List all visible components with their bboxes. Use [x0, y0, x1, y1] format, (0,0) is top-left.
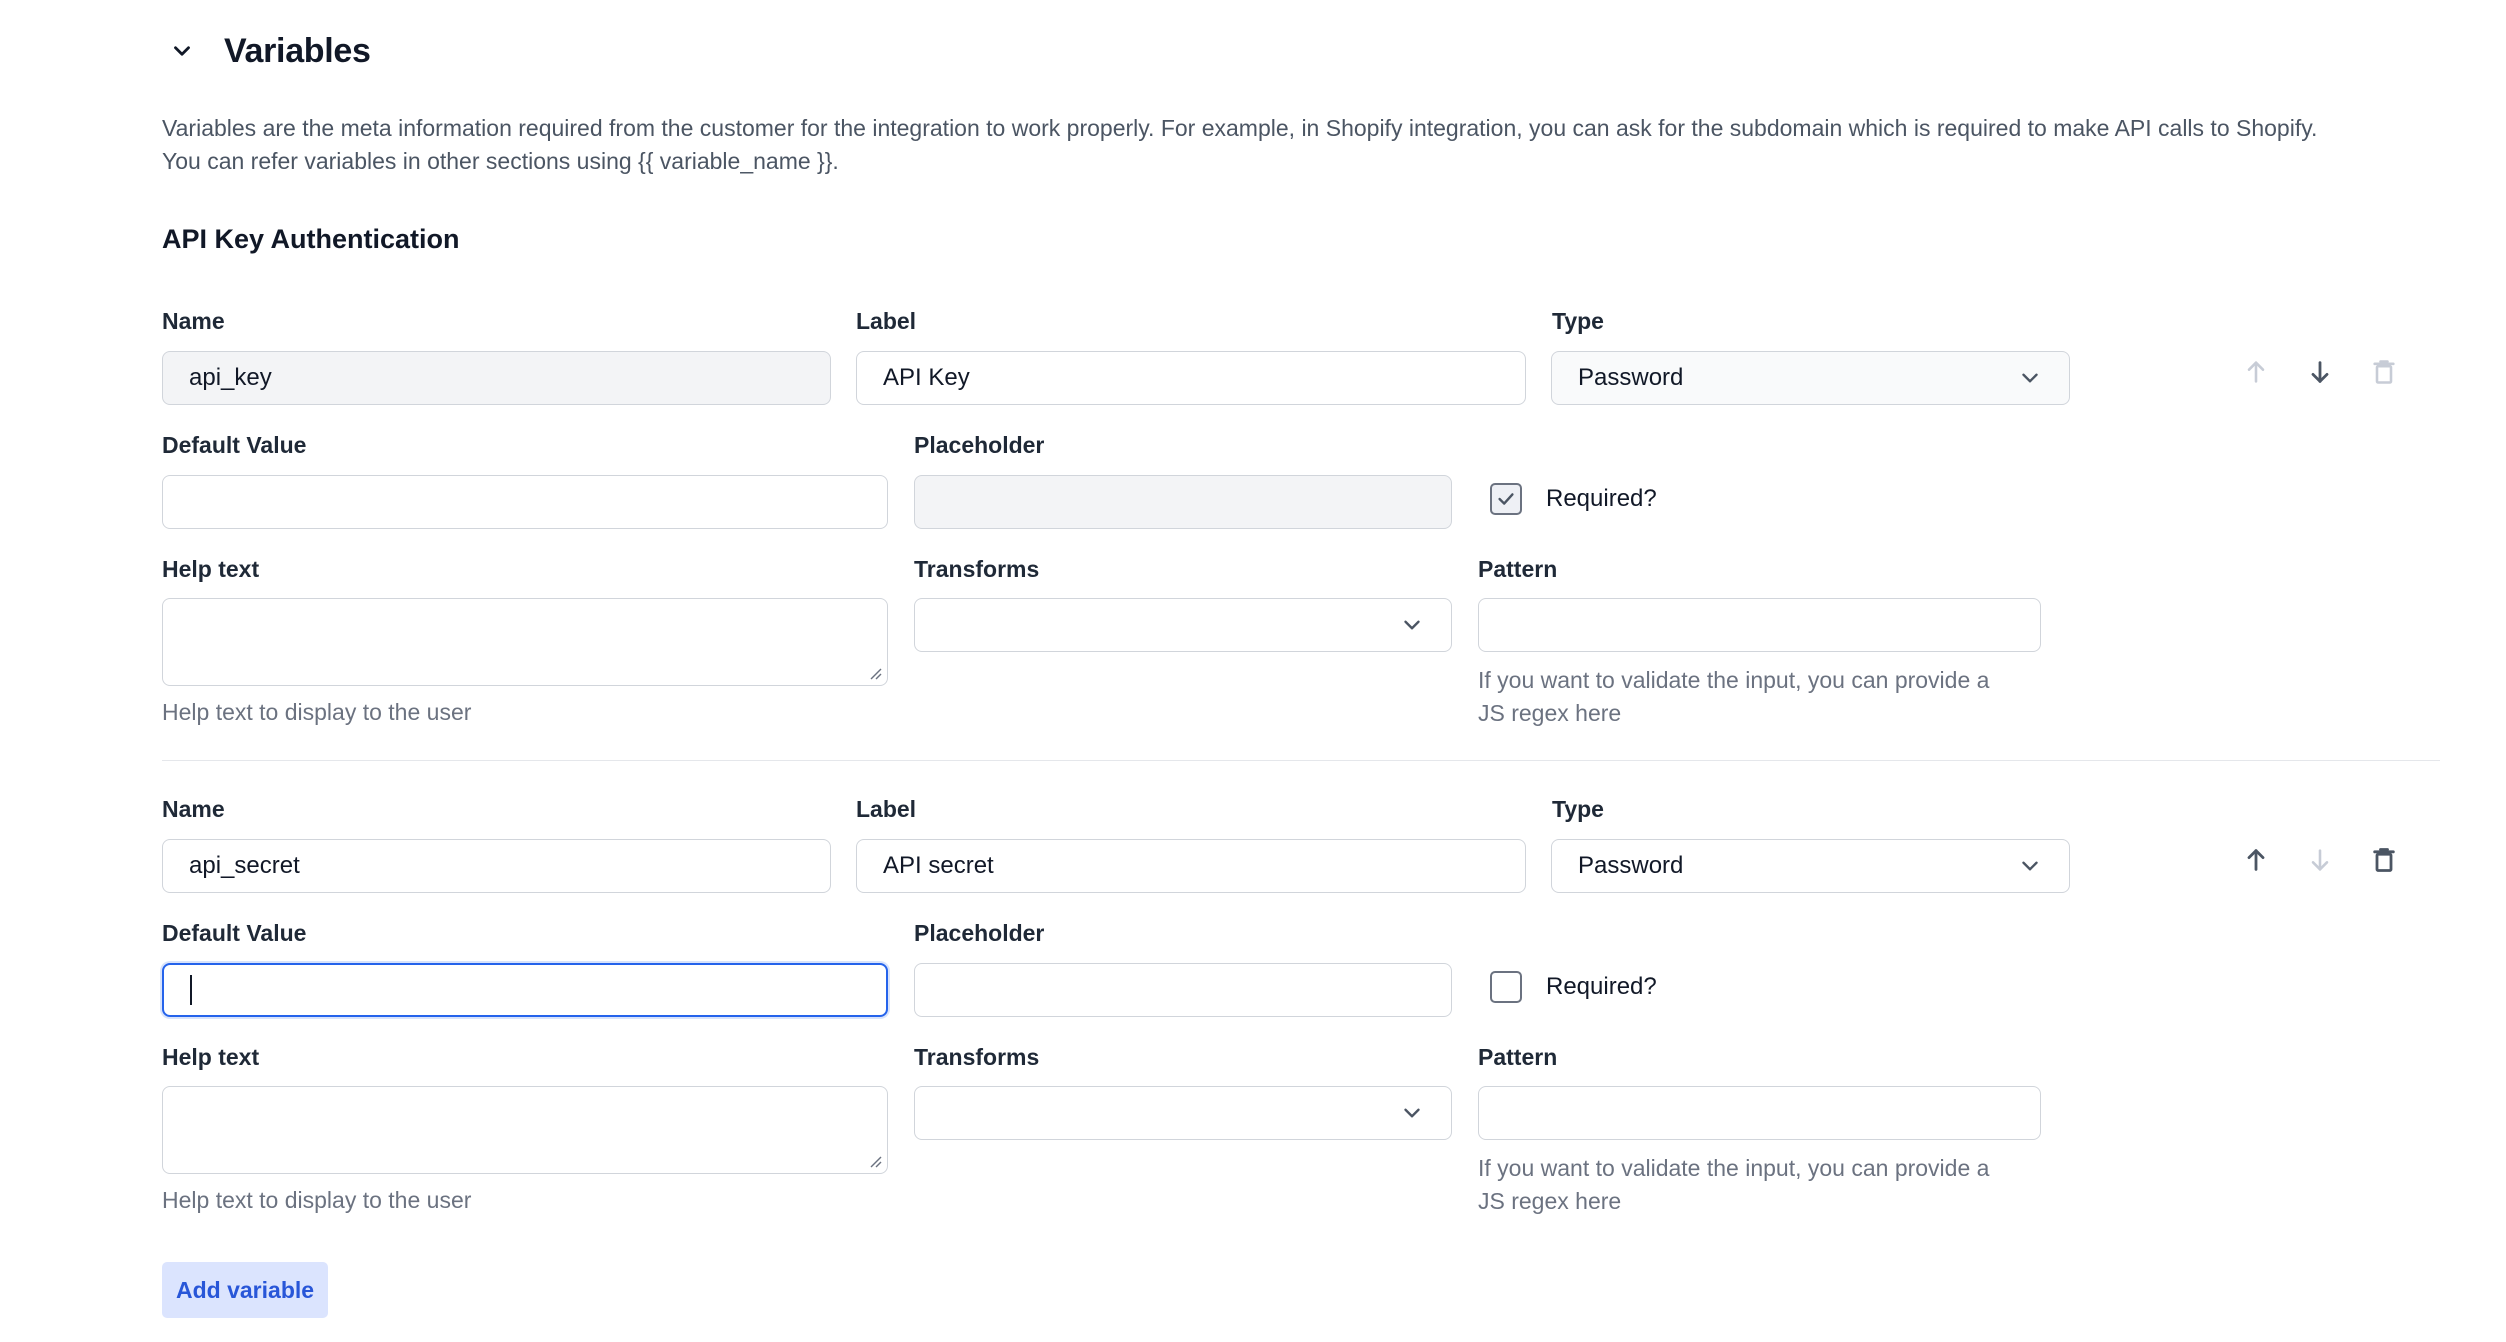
required-checkbox[interactable] — [1490, 971, 1522, 1003]
placeholder-label: Placeholder — [914, 920, 1045, 946]
name-value: api_key — [189, 364, 272, 391]
help-text-hint: Help text to display to the user — [162, 1187, 472, 1213]
label-label: Label — [856, 308, 917, 334]
type-label: Type — [1552, 796, 1604, 822]
text-caret — [190, 975, 192, 1005]
name-input[interactable]: api_key — [162, 351, 831, 405]
move-up-icon[interactable] — [2236, 840, 2276, 880]
pattern-hint-line-2: JS regex here — [1478, 700, 1622, 726]
section-header: Variables — [160, 26, 371, 76]
collapse-chevron-icon[interactable] — [160, 29, 204, 73]
pattern-hint: If you want to validate the input, you c… — [1478, 1152, 2078, 1218]
help-text-hint: Help text to display to the user — [162, 699, 472, 725]
placeholder-input[interactable] — [914, 963, 1452, 1017]
move-down-icon[interactable] — [2300, 840, 2340, 880]
placeholder-input[interactable] — [914, 475, 1452, 529]
resize-grip-icon — [870, 1156, 882, 1168]
pattern-input[interactable] — [1478, 1086, 2041, 1140]
required-label: Required? — [1546, 485, 1657, 512]
pattern-input[interactable] — [1478, 598, 2041, 652]
label-input[interactable]: API secret — [856, 839, 1526, 893]
default-value-label: Default Value — [162, 432, 307, 458]
type-label: Type — [1552, 308, 1604, 334]
pattern-hint-line-1: If you want to validate the input, you c… — [1478, 1155, 1990, 1181]
chevron-down-icon — [2017, 365, 2043, 391]
pattern-label: Pattern — [1478, 556, 1558, 582]
label-value: API secret — [883, 852, 994, 879]
delete-icon[interactable] — [2364, 352, 2404, 392]
help-text-textarea[interactable] — [162, 598, 888, 686]
chevron-down-icon — [1399, 1100, 1425, 1126]
type-value: Password — [1578, 852, 1684, 879]
required-label: Required? — [1546, 973, 1657, 1000]
check-icon — [1498, 493, 1514, 505]
chevron-down-icon — [1399, 612, 1425, 638]
default-value-input[interactable] — [162, 963, 888, 1017]
required-checkbox[interactable] — [1490, 483, 1522, 515]
type-select[interactable]: Password — [1551, 839, 2070, 893]
default-value-input[interactable] — [162, 475, 888, 529]
default-value-label: Default Value — [162, 920, 307, 946]
pattern-hint-line-2: JS regex here — [1478, 1188, 1622, 1214]
type-select[interactable]: Password — [1551, 351, 2070, 405]
move-down-icon[interactable] — [2300, 352, 2340, 392]
add-variable-button[interactable]: Add variable — [162, 1262, 329, 1318]
label-value: API Key — [883, 364, 970, 391]
transforms-select[interactable] — [914, 1086, 1452, 1140]
transforms-select[interactable] — [914, 598, 1452, 652]
type-value: Password — [1578, 364, 1684, 391]
section-description: Variables are the meta information requi… — [162, 112, 2422, 178]
transforms-label: Transforms — [914, 556, 1040, 582]
variable-divider — [162, 760, 2440, 761]
chevron-down-icon — [2017, 853, 2043, 879]
move-up-icon[interactable] — [2236, 352, 2276, 392]
resize-grip-icon — [870, 668, 882, 680]
pattern-hint: If you want to validate the input, you c… — [1478, 664, 2078, 730]
name-input[interactable]: api_secret — [162, 839, 831, 893]
placeholder-label: Placeholder — [914, 432, 1045, 458]
description-line-1: Variables are the meta information requi… — [162, 115, 2318, 141]
name-label: Name — [162, 308, 225, 334]
label-label: Label — [856, 796, 917, 822]
pattern-hint-line-1: If you want to validate the input, you c… — [1478, 667, 1990, 693]
help-text-textarea[interactable] — [162, 1086, 888, 1174]
help-text-label: Help text — [162, 556, 260, 582]
label-input[interactable]: API Key — [856, 351, 1526, 405]
section-title: Variables — [224, 31, 371, 70]
name-value: api_secret — [189, 852, 300, 879]
delete-icon[interactable] — [2364, 840, 2404, 880]
transforms-label: Transforms — [914, 1044, 1040, 1070]
group-title: API Key Authentication — [162, 224, 460, 254]
name-label: Name — [162, 796, 225, 822]
help-text-label: Help text — [162, 1044, 260, 1070]
pattern-label: Pattern — [1478, 1044, 1558, 1070]
description-line-2: You can refer variables in other section… — [162, 148, 839, 174]
